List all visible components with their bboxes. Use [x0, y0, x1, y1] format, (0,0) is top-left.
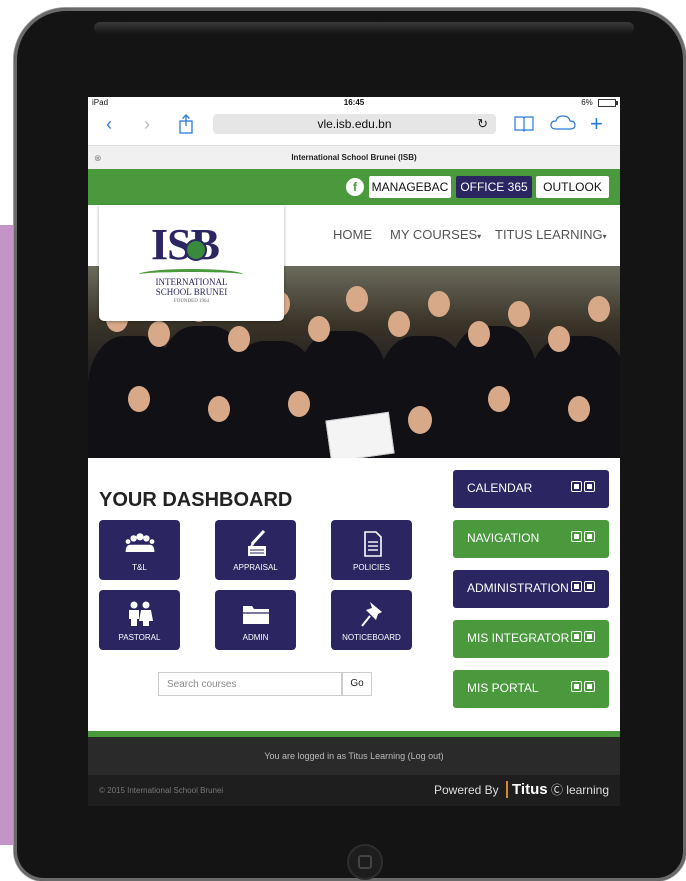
footer-bar: © 2015 International School Brunei Power… [88, 775, 620, 806]
battery-percent: 6% [581, 98, 593, 107]
side-button-label: MIS INTEGRATOR [467, 631, 570, 645]
battery-indicator: 6% [581, 98, 618, 107]
logo-line1: INTERNATIONAL [155, 277, 228, 287]
toggle-icons [569, 681, 595, 695]
expand-icon[interactable] [584, 681, 595, 692]
side-button-mis-portal[interactable]: MIS PORTAL [453, 670, 609, 708]
reload-icon[interactable]: ↻ [477, 114, 488, 134]
search-courses-input[interactable] [158, 672, 342, 696]
document-icon [363, 531, 382, 557]
school-logo[interactable]: ISB INTERNATIONAL SCHOOL BRUNEI FOUNDED … [99, 205, 284, 321]
tile-label: PASTORAL [118, 633, 161, 642]
toggle-icons [569, 531, 595, 545]
tile-label: POLICIES [353, 563, 390, 572]
toggle-icons [569, 481, 595, 495]
caret-down-icon: ▾ [602, 232, 607, 241]
back-icon[interactable]: ‹ [106, 114, 112, 134]
ipad-screen: iPad 16:45 6% ‹ › vle.isb.edu.bn ↻ + ⊗ I… [88, 97, 620, 806]
collapse-icon[interactable] [571, 681, 582, 692]
battery-icon [598, 98, 618, 107]
ipad-bezel-highlight [94, 22, 634, 34]
caret-down-icon: ▾ [477, 232, 482, 241]
address-bar[interactable]: vle.isb.edu.bn ↻ [213, 114, 496, 134]
side-button-mis-integrator[interactable]: MIS INTEGRATOR [453, 620, 609, 658]
collapse-icon[interactable] [571, 581, 582, 592]
office365-button[interactable]: OFFICE 365 [456, 176, 532, 198]
side-button-label: CALENDAR [467, 481, 533, 495]
side-button-label: MIS PORTAL [467, 681, 539, 695]
cloud-tabs-icon[interactable] [550, 114, 576, 136]
share-icon[interactable] [178, 114, 194, 138]
tile-admin[interactable]: ADMIN [215, 590, 296, 650]
nav-home[interactable]: HOME [333, 227, 372, 242]
login-text[interactable]: You are logged in as Titus Learning (Log… [264, 751, 443, 761]
nav-titus-learning-label: TITUS LEARNING [495, 227, 603, 242]
url-text: vle.isb.edu.bn [317, 117, 392, 131]
tile-label: APPRAISAL [233, 563, 278, 572]
tab-title[interactable]: International School Brunei (ISB) [291, 153, 416, 162]
group-icon [125, 533, 154, 552]
tile-tl[interactable]: T&L [99, 520, 180, 580]
powered-by-label: Powered By [433, 783, 499, 797]
status-bar: iPad 16:45 6% [88, 97, 620, 109]
side-button-navigation[interactable]: NAVIGATION [453, 520, 609, 558]
search-go-button[interactable]: Go [342, 672, 372, 696]
tile-pastoral[interactable]: PASTORAL [99, 590, 180, 650]
titus-logo: Titus [506, 781, 548, 798]
children-icon [128, 601, 153, 626]
tab-bar: ⊗ International School Brunei (ISB) [88, 145, 620, 170]
collapse-icon[interactable] [571, 481, 582, 492]
globe-icon [185, 239, 207, 261]
titus-emblem-icon: Ⓒ [550, 783, 563, 797]
clock: 16:45 [343, 98, 365, 107]
side-button-administration[interactable]: ADMINISTRATION [453, 570, 609, 608]
bookmarks-icon[interactable] [514, 114, 534, 136]
tile-noticeboard[interactable]: NOTICEBOARD [331, 590, 412, 650]
toggle-icons [569, 581, 595, 595]
expand-icon[interactable] [584, 481, 595, 492]
expand-icon[interactable] [584, 581, 595, 592]
copyright-text: © 2015 International School Brunei [99, 786, 224, 795]
tile-policies[interactable]: POLICIES [331, 520, 412, 580]
nav-titus-learning[interactable]: TITUS LEARNING▾ [495, 227, 607, 242]
new-tab-icon[interactable]: + [590, 113, 603, 135]
browser-toolbar: ‹ › vle.isb.edu.bn ↻ + [88, 109, 620, 139]
facebook-icon[interactable]: f [346, 178, 364, 196]
expand-icon[interactable] [584, 531, 595, 542]
tile-label: NOTICEBOARD [342, 633, 401, 642]
home-button[interactable] [347, 844, 383, 880]
login-info: You are logged in as Titus Learning (Log… [88, 737, 620, 775]
top-links-bar: f MANAGEBAC OFFICE 365 OUTLOOK [88, 169, 620, 205]
managebac-button[interactable]: MANAGEBAC [369, 176, 451, 198]
tile-label: T&L [132, 563, 147, 572]
toggle-icons [569, 631, 595, 645]
close-tab-icon[interactable]: ⊗ [94, 146, 102, 170]
outlook-button[interactable]: OUTLOOK [536, 176, 609, 198]
side-button-calendar[interactable]: CALENDAR [453, 470, 609, 508]
dashboard-title: YOUR DASHBOARD [99, 489, 293, 511]
side-button-label: ADMINISTRATION [467, 581, 569, 595]
logo-line2: SCHOOL BRUNEI [155, 287, 228, 297]
powered-by[interactable]: Powered By Titus Ⓒ learning [434, 781, 609, 798]
collapse-icon[interactable] [571, 531, 582, 542]
pen-paper-icon [247, 530, 266, 556]
side-button-label: NAVIGATION [467, 531, 540, 545]
expand-icon[interactable] [584, 631, 595, 642]
titus-suffix: learning [566, 783, 609, 797]
forward-icon[interactable]: › [144, 114, 150, 134]
collapse-icon[interactable] [571, 631, 582, 642]
folder-icon [242, 606, 269, 624]
tile-appraisal[interactable]: APPRAISAL [215, 520, 296, 580]
tile-label: ADMIN [242, 633, 269, 642]
logo-line3: FOUNDED 1964 [173, 299, 210, 304]
nav-my-courses[interactable]: MY COURSES▾ [390, 227, 481, 242]
nav-my-courses-label: MY COURSES [390, 227, 478, 242]
pin-icon [360, 602, 382, 627]
